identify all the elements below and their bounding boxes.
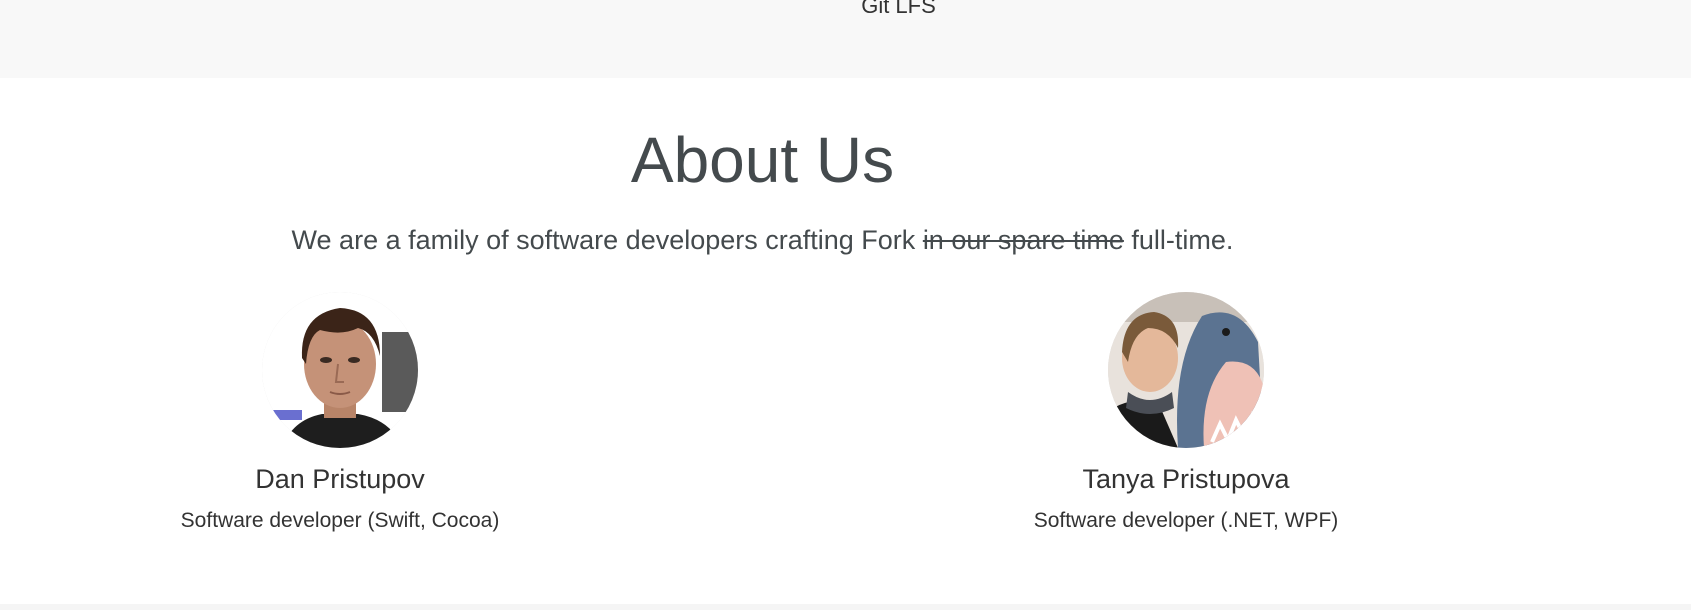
tagline-struck-text: in our spare time: [922, 225, 1124, 255]
team-member-name: Tanya Pristupova: [1082, 464, 1290, 494]
team-member-dan: Dan Pristupov Software developer (Swift,…: [130, 292, 550, 534]
team-member-role: Software developer (.NET, WPF): [1033, 509, 1339, 532]
avatar-dan: [262, 292, 418, 448]
feature-item-label: Git LFS: [861, 0, 936, 18]
team-member-name: Dan Pristupov: [255, 464, 425, 494]
tagline-start: We are a family of software developers c…: [291, 225, 923, 255]
team-member-role: Software developer (Swift, Cocoa): [180, 509, 500, 532]
about-us-title: About Us: [630, 124, 895, 196]
about-tagline: We are a family of software developers c…: [0, 222, 1525, 258]
next-section-edge: [0, 604, 1691, 610]
tagline-end: full-time.: [1123, 225, 1234, 255]
features-section: Git LFS: [0, 0, 1691, 78]
avatar-tanya: [1108, 292, 1264, 448]
team-member-tanya: Tanya Pristupova Software developer (.NE…: [976, 292, 1396, 534]
